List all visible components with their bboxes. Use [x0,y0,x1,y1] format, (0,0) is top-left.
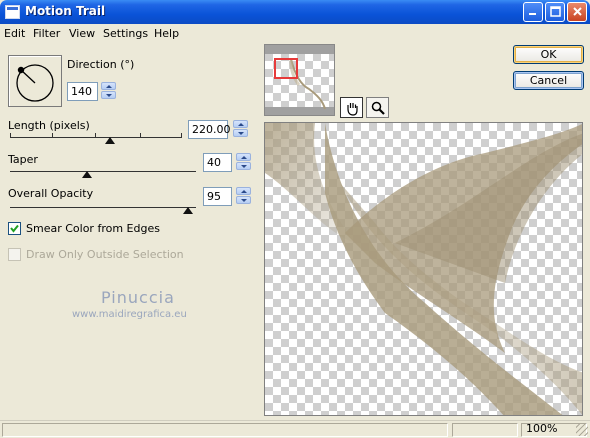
slider-tick [181,133,182,137]
pan-tool-button[interactable] [340,97,363,118]
menu-settings[interactable]: Settings [103,27,148,40]
menu-help[interactable]: Help [154,27,179,40]
status-pane-main [2,423,448,437]
thumbnail-trail-image [289,58,326,110]
zoom-level: 100% [526,422,558,435]
menu-view[interactable]: View [69,27,95,40]
minimize-button[interactable] [523,2,543,22]
ok-button[interactable]: OK [513,45,584,64]
length-label: Length (pixels) [8,119,90,132]
resize-grip[interactable] [576,424,588,436]
close-icon [572,7,582,16]
motion-trail-preview-image [265,123,582,415]
direction-input[interactable]: 140 [67,82,98,101]
menu-edit[interactable]: Edit [4,27,25,40]
menu-bar: Edit Filter View Settings Help [0,24,590,43]
slider-tick [10,133,11,137]
watermark-url: www.maidiregrafica.eu [72,309,187,320]
smear-checkbox[interactable] [8,222,21,235]
dial-icon [16,64,54,102]
taper-label: Taper [8,153,38,166]
navigator-thumbnail[interactable] [264,44,335,116]
menu-filter[interactable]: Filter [33,27,60,40]
view-rectangle[interactable] [274,58,298,79]
maximize-icon [549,6,561,17]
status-bar [0,420,590,438]
title-bar[interactable]: Motion Trail [0,0,590,24]
smear-label[interactable]: Smear Color from Edges [26,222,160,235]
opacity-spinner[interactable] [236,187,251,204]
preview-canvas[interactable] [264,122,583,416]
opacity-slider-thumb[interactable] [183,207,193,214]
slider-tick [95,133,96,137]
outside-selection-label: Draw Only Outside Selection [26,248,184,261]
slider-tick [140,133,141,137]
direction-label: Direction (°) [67,58,135,71]
taper-input[interactable]: 40 [203,153,232,172]
window-title: Motion Trail [25,4,106,18]
maximize-button[interactable] [545,2,565,22]
slider-tick [52,133,53,137]
taper-spinner[interactable] [236,153,251,170]
opacity-slider-track[interactable] [10,207,196,208]
opacity-label: Overall Opacity [8,187,94,200]
direction-dial[interactable] [8,55,62,107]
hand-icon [346,103,358,116]
cancel-button[interactable]: Cancel [513,71,584,90]
taper-slider-thumb[interactable] [82,171,92,178]
minimize-icon [529,13,536,15]
status-pane-middle [452,423,518,437]
checkmark-icon [10,224,19,233]
direction-spinner[interactable] [101,82,116,99]
opacity-input[interactable]: 95 [203,187,232,206]
close-button[interactable] [567,2,587,22]
taper-slider-track[interactable] [10,171,196,172]
app-window-icon [5,5,20,19]
length-slider-track[interactable] [10,137,182,138]
zoom-tool-button[interactable] [366,97,389,118]
length-spinner[interactable] [233,120,248,137]
magnifier-icon [371,101,385,115]
outside-selection-checkbox [8,248,21,261]
length-slider-thumb[interactable] [105,137,115,144]
watermark-name: Pinuccia [101,288,175,307]
length-input[interactable]: 220.00 [188,120,231,139]
